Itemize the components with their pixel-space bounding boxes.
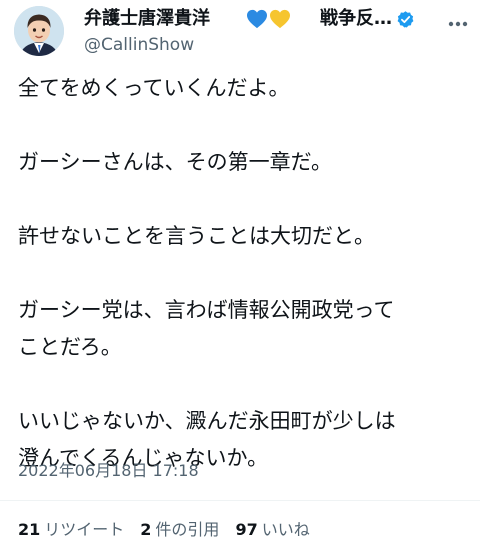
verified-badge-icon bbox=[397, 11, 414, 28]
tweet-line: 全てをめくっていくんだよ。 bbox=[18, 76, 290, 100]
avatar-illustration bbox=[14, 6, 64, 56]
yellow-heart-icon bbox=[270, 9, 290, 29]
tweet-line bbox=[18, 107, 468, 144]
tweet-line bbox=[18, 255, 468, 292]
likes-stat[interactable]: 97 いいね bbox=[235, 518, 309, 542]
divider bbox=[0, 500, 480, 501]
author-display-name[interactable]: 弁護士唐澤貴洋 bbox=[84, 6, 210, 32]
tweet-line: ガーシーさんは、その第一章だ。 bbox=[18, 150, 332, 174]
likes-count: 97 bbox=[235, 520, 258, 539]
likes-label: いいね bbox=[261, 520, 310, 539]
more-options-icon bbox=[448, 21, 468, 27]
quotes-stat[interactable]: 2 件の引用 bbox=[140, 518, 219, 542]
tweet-stats: 21 リツイート 2 件の引用 97 いいね bbox=[18, 518, 326, 542]
tweet-line bbox=[18, 366, 468, 403]
tweet-line: ガーシー党は、言わば情報公開政党って bbox=[18, 298, 395, 322]
tweet-line: いいじゃないか、澱んだ永田町が少しは bbox=[18, 409, 396, 433]
quotes-label: 件の引用 bbox=[155, 520, 220, 539]
tweet-line bbox=[18, 181, 468, 218]
tweet-line: ことだろ。 bbox=[18, 335, 122, 359]
tweet-line: 許せないことを言うことは大切だと。 bbox=[18, 224, 375, 248]
tweet-timestamp[interactable]: 2022年06月18日 17:18 bbox=[18, 458, 199, 484]
blue-heart-icon bbox=[247, 9, 267, 29]
tweet-text: 全てをめくっていくんだよ。 ガーシーさんは、その第一章だ。 許せないことを言うこ… bbox=[18, 70, 468, 477]
more-options-button[interactable] bbox=[446, 12, 470, 36]
quotes-count: 2 bbox=[140, 520, 152, 539]
tweet-header: 弁護士唐澤貴洋 戦争反… @CallinShow bbox=[0, 0, 480, 68]
retweets-label: リツイート bbox=[44, 520, 125, 539]
retweets-count: 21 bbox=[18, 520, 41, 539]
author-name-suffix[interactable]: 戦争反… bbox=[320, 6, 392, 32]
author-handle[interactable]: @CallinShow bbox=[84, 33, 194, 57]
emoji-hearts bbox=[246, 9, 291, 29]
retweets-stat[interactable]: 21 リツイート bbox=[18, 518, 124, 542]
avatar[interactable] bbox=[14, 6, 64, 56]
